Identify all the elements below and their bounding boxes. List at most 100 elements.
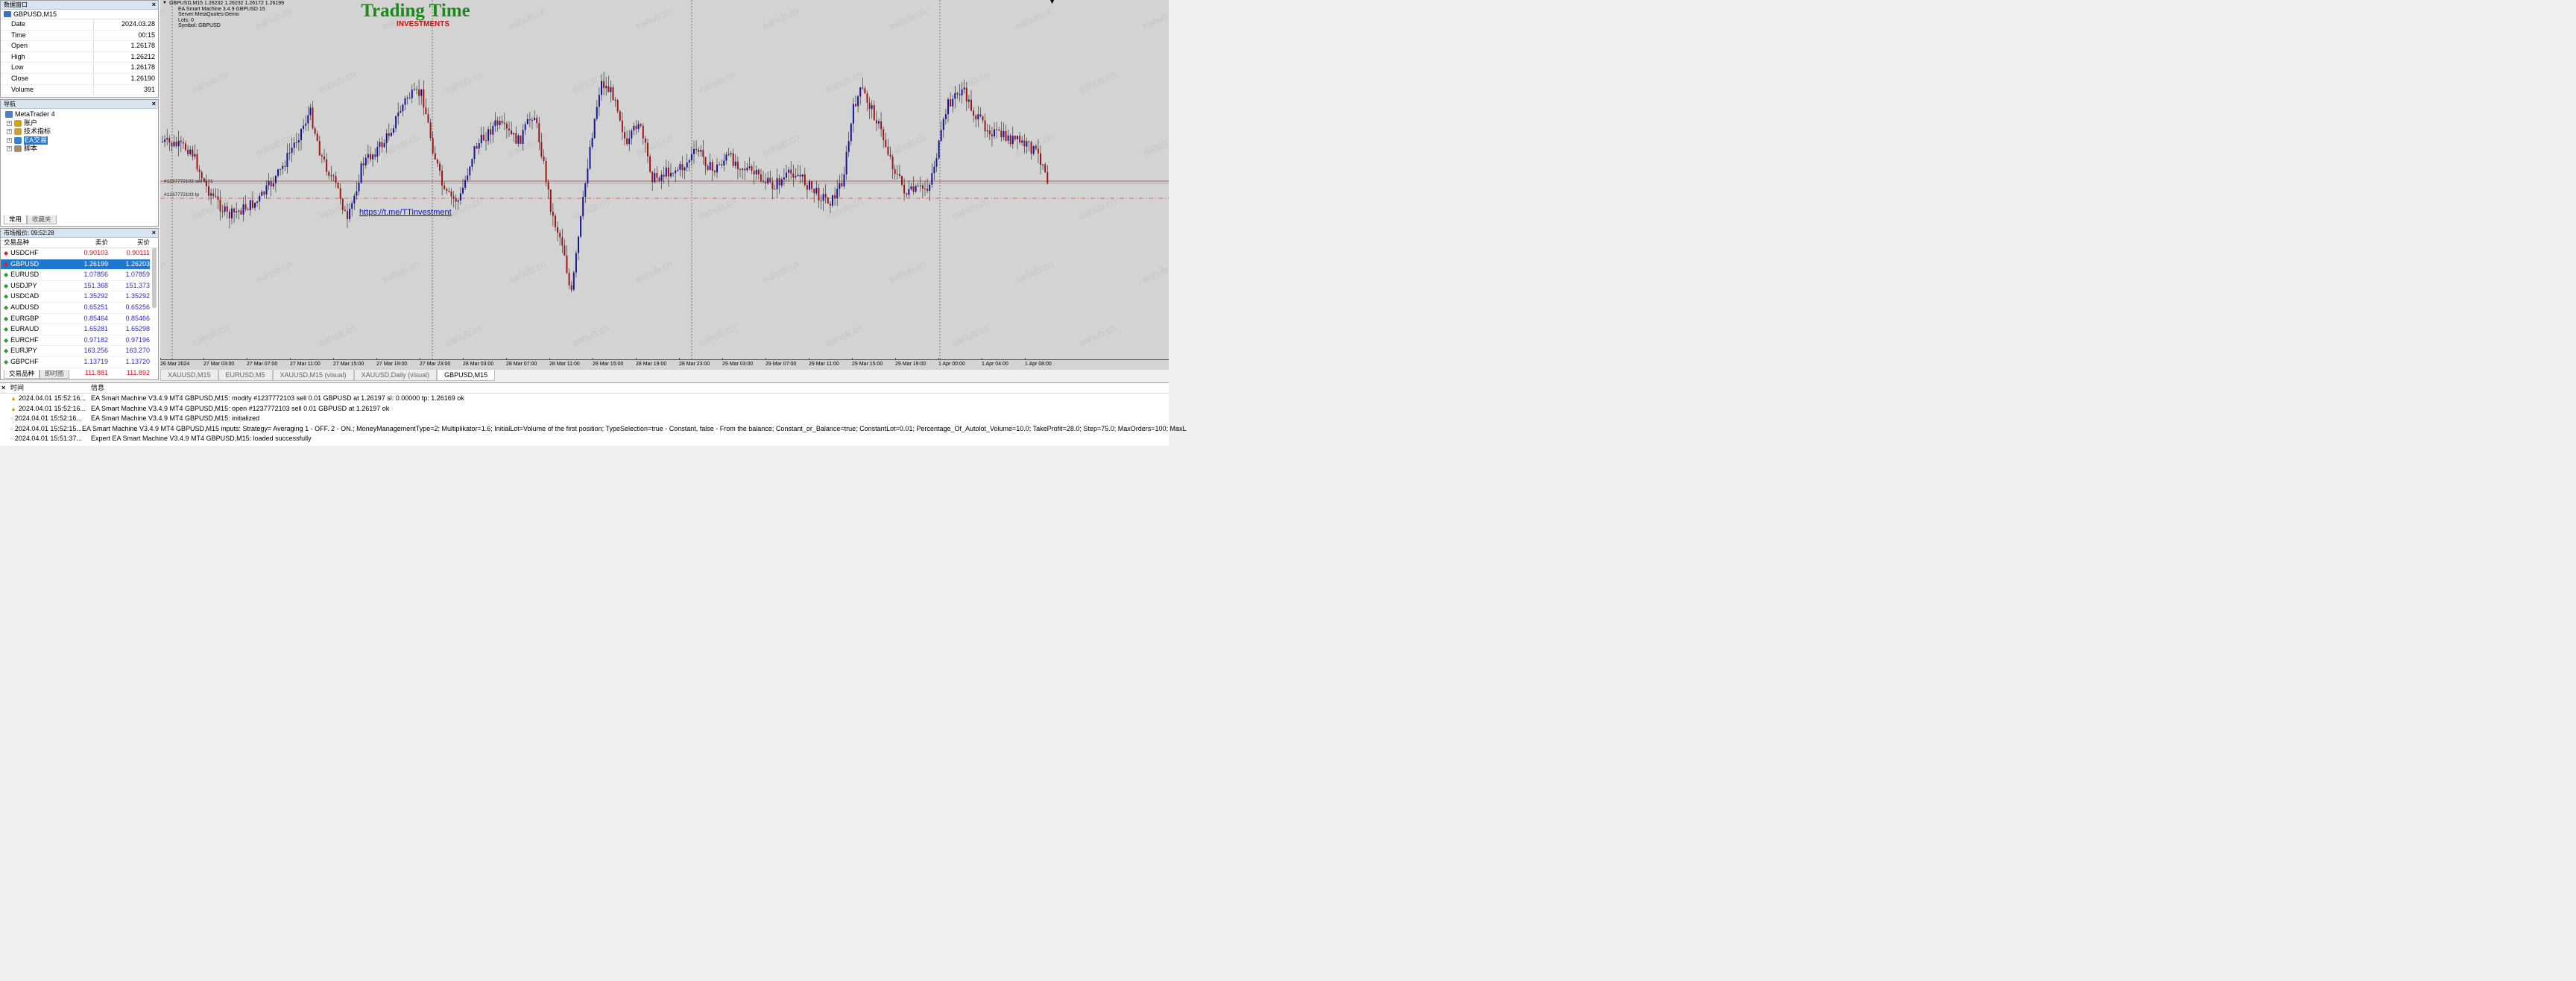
candle-bear bbox=[226, 206, 228, 212]
info-icon: ▫ bbox=[10, 425, 13, 432]
navigator-item-label: EA交易 bbox=[24, 136, 48, 145]
candle-bear bbox=[549, 189, 552, 212]
market-watch-bid: 1.07856 bbox=[83, 271, 108, 279]
candle-bear bbox=[868, 102, 871, 110]
tab-common[interactable]: 常用 bbox=[4, 215, 28, 224]
candle-bear bbox=[804, 174, 806, 186]
market-watch-row[interactable]: ◆ EURCHF 0.97182 0.97196 bbox=[1, 335, 150, 347]
data-row: Time 00:15 bbox=[1, 30, 158, 42]
col-time-header[interactable]: 时间 bbox=[7, 383, 91, 393]
chart-tab[interactable]: GBPUSD,M15 bbox=[437, 370, 496, 381]
close-icon[interactable]: × bbox=[152, 1, 156, 9]
candle-bear bbox=[635, 125, 637, 130]
candle-bull bbox=[522, 130, 524, 144]
candle-bear bbox=[566, 255, 568, 274]
market-watch-row[interactable]: ◆ GBPUSD 1.26199 1.26203 bbox=[1, 259, 150, 271]
time-axis-label: 26 Mar 2024 bbox=[160, 362, 190, 367]
navigator-item[interactable]: + 账户 bbox=[5, 119, 158, 128]
market-watch-row[interactable]: ◆ AUDUSD 0.65251 0.65256 bbox=[1, 303, 150, 314]
candle-bull bbox=[293, 142, 295, 148]
candle-bear bbox=[707, 165, 709, 170]
candle-bear bbox=[328, 171, 330, 176]
market-watch-row[interactable]: ◆ EURAUD 1.65281 1.65298 bbox=[1, 324, 150, 335]
candle-bull bbox=[675, 170, 677, 174]
watermark-text: eahub.cn bbox=[507, 5, 548, 32]
market-watch-row[interactable]: ◆ EURJPY 163.256 163.270 bbox=[1, 346, 150, 357]
market-watch-row[interactable]: ◆ USDCHF 0.90103 0.90111 bbox=[1, 248, 150, 259]
watermark-text: eahub.cn bbox=[253, 132, 294, 159]
candle-bear bbox=[341, 198, 344, 210]
navigator-item[interactable]: + EA交易 bbox=[5, 136, 158, 145]
candle-bull bbox=[843, 174, 845, 186]
price-chart[interactable]: eahub.cn eahub.cn eahub.cn eahub.cn eahub.cn… bbox=[160, 0, 1169, 370]
watermark-text: eahub.cn bbox=[570, 322, 611, 349]
market-watch-scrollbar[interactable] bbox=[152, 248, 157, 308]
market-watch-ask: 1.07859 bbox=[125, 271, 150, 279]
data-row: Volume 391 bbox=[1, 84, 158, 96]
market-watch-row[interactable]: ◆ USDJPY 151.368 151.373 bbox=[1, 281, 150, 292]
market-watch-symbol-cell: ◆ EURGBP bbox=[1, 314, 66, 324]
journal-row[interactable]: ▲ 2024.04.01 15:52:16... EA Smart Machine … bbox=[7, 404, 1169, 414]
col-ask-header[interactable]: 买价 bbox=[108, 238, 150, 247]
candle-bull bbox=[986, 130, 988, 132]
candlestick-chart[interactable]: eahub.cn eahub.cn eahub.cn eahub.cn eahub.cn… bbox=[160, 0, 1169, 370]
close-icon[interactable]: × bbox=[1, 384, 5, 391]
market-watch-symbol: EURUSD bbox=[10, 271, 40, 279]
chart-tab[interactable]: XAUUSD,M15 (visual) bbox=[272, 370, 354, 381]
navigator-item-label: 脚本 bbox=[24, 145, 38, 152]
tab-tick-chart[interactable]: 即时图 bbox=[40, 370, 69, 379]
candle-bear bbox=[180, 140, 182, 142]
candle-bull bbox=[933, 166, 935, 174]
terminal-header: 时间 信息 bbox=[0, 383, 1169, 394]
expand-icon[interactable]: + bbox=[7, 137, 12, 143]
candle-bull bbox=[305, 123, 307, 126]
chart-ea-line: EA Smart Machine 3.4.9 GBPUSD 15 bbox=[178, 6, 265, 12]
scroll-marker-icon[interactable]: ▼ bbox=[1049, 0, 1055, 5]
candle-bear bbox=[1035, 145, 1037, 149]
candle-bear bbox=[739, 169, 741, 171]
terminal-panel: × 时间 信息 ▲ 2024.04.01 15:52:16... EA Smart … bbox=[0, 382, 1187, 446]
navigator-root[interactable]: MetaTrader 4 bbox=[5, 110, 158, 119]
journal-time: 2024.04.01 15:52:16... bbox=[18, 394, 86, 402]
chart-tab[interactable]: XAUUSD,M15 bbox=[160, 370, 218, 381]
market-watch-row[interactable]: ◆ EURGBP 0.85464 0.85466 bbox=[1, 314, 150, 325]
navigator-item[interactable]: + 技术指标 bbox=[5, 127, 158, 136]
tab-symbols[interactable]: 交易品种 bbox=[4, 370, 40, 379]
market-watch-bid: 0.85464 bbox=[83, 314, 108, 322]
market-watch-bid: 163.256 bbox=[83, 347, 108, 355]
watermark-text: eahub.cn bbox=[634, 132, 675, 159]
col-symbol-header[interactable]: 交易品种 bbox=[1, 238, 66, 247]
candle-bear bbox=[965, 87, 967, 102]
close-icon[interactable]: × bbox=[152, 229, 156, 237]
tab-favorites[interactable]: 收藏夹 bbox=[27, 215, 57, 224]
chart-tab[interactable]: EURUSD,M5 bbox=[218, 370, 273, 381]
expand-icon[interactable]: + bbox=[7, 146, 12, 152]
market-watch-row[interactable]: ◆ GBPCHF 1.13719 1.13720 bbox=[1, 357, 150, 368]
time-axis-label: 28 Mar 07:00 bbox=[506, 362, 537, 367]
expand-icon[interactable]: + bbox=[7, 129, 12, 135]
market-watch-row[interactable]: ◆ USDCAD 1.35292 1.35292 bbox=[1, 291, 150, 303]
journal-row[interactable]: ▫ 2024.04.01 15:51:37... Expert EA Smart M… bbox=[7, 434, 1169, 444]
market-watch-ask: 0.90111 bbox=[126, 249, 150, 256]
telegram-link[interactable]: https://t.me/TTinvestment bbox=[359, 208, 452, 217]
col-bid-header[interactable]: 卖价 bbox=[66, 238, 108, 247]
col-message-header[interactable]: 信息 bbox=[91, 383, 104, 393]
candle-bull bbox=[210, 193, 212, 196]
journal-row[interactable]: ▫ 2024.04.01 15:52:15... EA Smart Machine … bbox=[7, 424, 1187, 435]
expand-icon[interactable]: + bbox=[7, 120, 12, 126]
market-watch-row[interactable]: ◆ EURUSD 1.07856 1.07859 bbox=[1, 270, 150, 281]
candle-bull bbox=[994, 129, 995, 136]
candle-bear bbox=[244, 204, 247, 209]
chart-tab[interactable]: XAUUSD,Daily (visual) bbox=[353, 370, 438, 381]
candle-bear bbox=[321, 155, 323, 157]
candle-bear bbox=[864, 88, 866, 94]
close-icon[interactable]: × bbox=[152, 100, 156, 108]
arrow-up-icon: ◆ bbox=[4, 326, 9, 333]
journal-row[interactable]: ▫ 2024.04.01 15:52:16... EA Smart Machine … bbox=[7, 414, 1169, 424]
navigator-item[interactable]: + 脚本 bbox=[5, 145, 158, 154]
candle-bull bbox=[614, 100, 616, 101]
candle-bull bbox=[605, 86, 607, 89]
time-axis-label: 1 Apr 04:00 bbox=[982, 362, 1008, 367]
journal-row[interactable]: ▲ 2024.04.01 15:52:16... EA Smart Machine … bbox=[7, 394, 1169, 404]
candle-bull bbox=[300, 129, 302, 141]
